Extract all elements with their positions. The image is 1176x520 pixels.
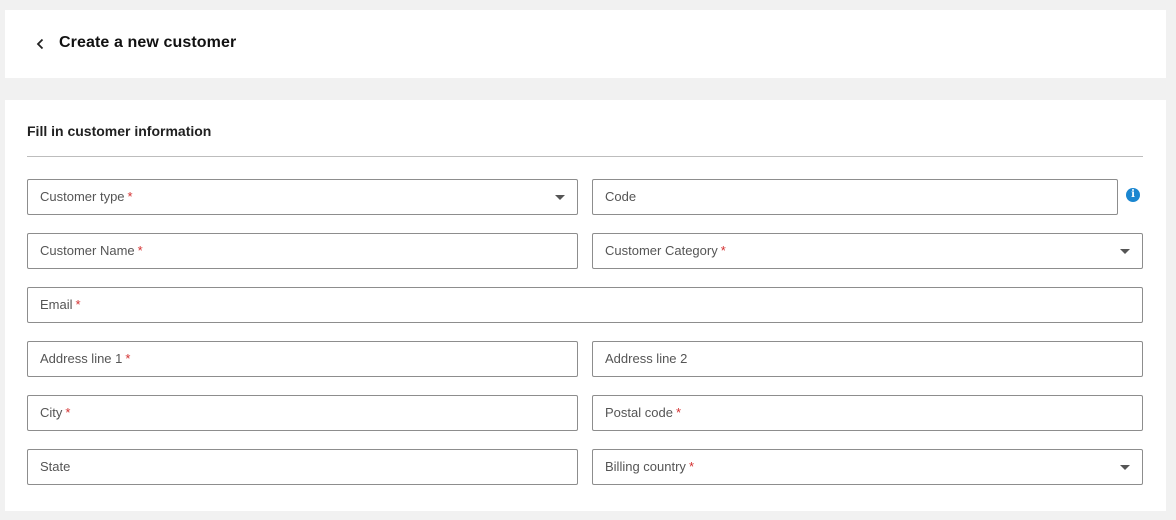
page-header: Create a new customer — [5, 10, 1166, 78]
postal-code-label: Postal code — [605, 405, 673, 420]
chevron-down-icon — [1120, 249, 1130, 254]
code-field[interactable]: Code — [592, 179, 1118, 215]
required-marker: * — [127, 189, 133, 204]
required-marker: * — [688, 459, 694, 474]
section-title: Fill in customer information — [27, 123, 212, 139]
city-label: City — [40, 405, 63, 420]
billing-country-label: Billing country — [605, 459, 686, 474]
back-button[interactable] — [33, 35, 47, 53]
section-divider — [27, 156, 1143, 157]
email-field[interactable]: Email * — [27, 287, 1143, 323]
required-marker: * — [675, 405, 681, 420]
info-icon[interactable]: i — [1126, 188, 1140, 202]
address-line-1-label: Address line 1 — [40, 351, 123, 366]
address-line-1-field[interactable]: Address line 1 * — [27, 341, 578, 377]
state-field[interactable]: State — [27, 449, 578, 485]
customer-category-select[interactable]: Customer Category * — [592, 233, 1143, 269]
postal-code-field[interactable]: Postal code * — [592, 395, 1143, 431]
chevron-down-icon — [555, 195, 565, 200]
address-line-2-field[interactable]: Address line 2 — [592, 341, 1143, 377]
customer-name-label: Customer Name — [40, 243, 135, 258]
code-label: Code — [605, 189, 637, 204]
required-marker: * — [75, 297, 81, 312]
customer-type-select[interactable]: Customer type * — [27, 179, 578, 215]
required-marker: * — [137, 243, 143, 258]
city-field[interactable]: City * — [27, 395, 578, 431]
address-line-2-label: Address line 2 — [605, 351, 688, 366]
customer-form-card: Fill in customer information Customer ty… — [5, 100, 1166, 511]
required-marker: * — [125, 351, 131, 366]
required-marker: * — [65, 405, 71, 420]
chevron-left-icon — [36, 38, 44, 50]
state-label: State — [40, 459, 71, 474]
billing-country-select[interactable]: Billing country * — [592, 449, 1143, 485]
customer-category-label: Customer Category — [605, 243, 718, 258]
page-title: Create a new customer — [59, 34, 237, 51]
customer-type-label: Customer type — [40, 189, 125, 204]
required-marker: * — [720, 243, 726, 258]
customer-name-field[interactable]: Customer Name * — [27, 233, 578, 269]
chevron-down-icon — [1120, 465, 1130, 470]
email-label: Email — [40, 297, 73, 312]
